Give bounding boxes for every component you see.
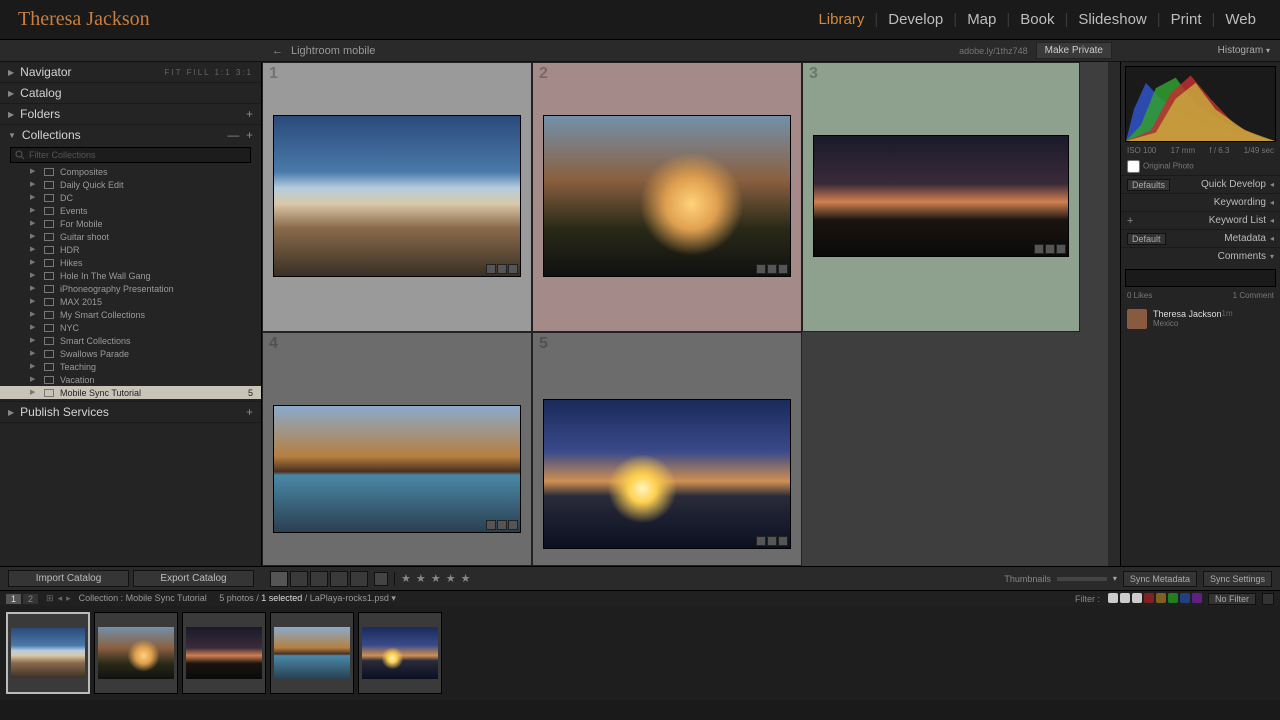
grid-cell[interactable]: 4	[262, 332, 532, 566]
module-library[interactable]: Library	[812, 11, 870, 28]
grid-view: 54 321	[262, 62, 1120, 566]
share-link[interactable]: adobe.ly/1thz748	[959, 46, 1028, 56]
collection-item[interactable]: ▶Hole In The Wall Gang	[0, 269, 261, 282]
secondary-display-pages[interactable]: 12	[6, 594, 38, 604]
likes-row: 0 Likes1 Comment	[1121, 291, 1280, 305]
collection-item[interactable]: ▶Teaching	[0, 360, 261, 373]
right-panel: ISO 100 17 mm f / 6.3 1/49 sec Original …	[1120, 62, 1280, 566]
filmstrip-cell[interactable]	[6, 612, 90, 694]
make-private-button[interactable]: Make Private	[1036, 42, 1112, 59]
photo-thumbnail[interactable]	[273, 115, 521, 277]
collection-item[interactable]: ▶Swallows Parade	[0, 347, 261, 360]
photo-thumbnail[interactable]	[273, 405, 521, 533]
module-picker: Library|Develop|Map|Book|Slideshow|Print…	[812, 11, 1262, 28]
left-panel: ▶Navigator FIT FILL 1:1 3:1 ▶Catalog ▶Fo…	[0, 62, 262, 566]
module-develop[interactable]: Develop	[882, 11, 949, 28]
grid-cell[interactable]: 5	[532, 332, 802, 566]
comment-entry: Theresa Jackson 1m Mexico	[1121, 305, 1280, 333]
filter-label: Filter :	[1075, 594, 1100, 604]
thumbnails-label: Thumbnails	[1004, 574, 1051, 584]
survey-view-icon[interactable]	[330, 571, 348, 587]
module-slideshow[interactable]: Slideshow	[1072, 11, 1152, 28]
prev-photo-icon[interactable]: ◂	[58, 593, 63, 604]
collections-header[interactable]: ▼Collections— +	[0, 125, 261, 145]
filter-lock-icon[interactable]	[1262, 593, 1274, 605]
identity-plate: Theresa Jackson	[18, 8, 150, 31]
folders-header[interactable]: ▶Folders+	[0, 104, 261, 124]
back-icon[interactable]: ←	[272, 45, 283, 57]
comment-input[interactable]	[1125, 269, 1276, 287]
comments-header[interactable]: Comments▾	[1121, 247, 1280, 265]
filmstrip-cell[interactable]	[182, 612, 266, 694]
collection-item[interactable]: ▶Composites	[0, 165, 261, 178]
rating-stars[interactable]: ★ ★ ★ ★ ★	[401, 572, 472, 585]
people-view-icon[interactable]	[350, 571, 368, 587]
collection-item[interactable]: ▶My Smart Collections	[0, 308, 261, 321]
view-mode-icons	[270, 571, 368, 587]
grid-view-icon[interactable]	[270, 571, 288, 587]
photo-thumbnail[interactable]	[813, 135, 1069, 257]
collection-item[interactable]: ▶MAX 2015	[0, 295, 261, 308]
loupe-view-icon[interactable]	[290, 571, 308, 587]
thumbnail-size-slider[interactable]	[1057, 577, 1107, 581]
sync-metadata-button[interactable]: Sync Metadata	[1123, 571, 1197, 587]
original-photo-checkbox[interactable]: Original Photo	[1121, 158, 1280, 175]
catalog-header[interactable]: ▶Catalog	[0, 83, 261, 103]
search-icon	[15, 150, 25, 160]
painter-icon[interactable]	[374, 572, 388, 586]
grid-scrollbar[interactable]	[1108, 62, 1120, 566]
navigator-header[interactable]: ▶Navigator FIT FILL 1:1 3:1	[0, 62, 261, 82]
filter-flags[interactable]	[1106, 593, 1202, 605]
collections-filter-input[interactable]: Filter Collections	[10, 147, 251, 163]
histogram[interactable]	[1125, 66, 1276, 142]
collection-item[interactable]: ▶Daily Quick Edit	[0, 178, 261, 191]
collection-item[interactable]: ▶Mobile Sync Tutorial5	[0, 386, 261, 399]
module-web[interactable]: Web	[1219, 11, 1262, 28]
sync-settings-button[interactable]: Sync Settings	[1203, 571, 1272, 587]
filmstrip-cell[interactable]	[94, 612, 178, 694]
module-book[interactable]: Book	[1014, 11, 1060, 28]
photo-thumbnail[interactable]	[543, 399, 791, 549]
collection-item[interactable]: ▶Vacation	[0, 373, 261, 386]
import-catalog-button[interactable]: Import Catalog	[8, 570, 129, 587]
histogram-info: ISO 100 17 mm f / 6.3 1/49 sec	[1121, 146, 1280, 158]
collection-item[interactable]: ▶Guitar shoot	[0, 230, 261, 243]
collection-item[interactable]: ▶Hikes	[0, 256, 261, 269]
keyword-list-header[interactable]: +Keyword List◂	[1121, 211, 1280, 229]
grid-cell[interactable]: 3	[802, 62, 1080, 332]
export-catalog-button[interactable]: Export Catalog	[133, 570, 254, 587]
filmstrip-source[interactable]: Collection : Mobile Sync Tutorial 5 phot…	[79, 593, 396, 604]
histogram-header[interactable]: Histogram ▾	[1120, 45, 1280, 56]
collection-item[interactable]: ▶Smart Collections	[0, 334, 261, 347]
module-map[interactable]: Map	[961, 11, 1002, 28]
collection-item[interactable]: ▶iPhoneography Presentation	[0, 282, 261, 295]
collection-item[interactable]: ▶For Mobile	[0, 217, 261, 230]
keywording-header[interactable]: Keywording◂	[1121, 193, 1280, 211]
collection-item[interactable]: ▶NYC	[0, 321, 261, 334]
photo-thumbnail[interactable]	[543, 115, 791, 277]
metadata-header[interactable]: Default Metadata◂	[1121, 229, 1280, 247]
filmstrip	[0, 606, 1280, 700]
collection-item[interactable]: ▶HDR	[0, 243, 261, 256]
avatar	[1127, 309, 1147, 329]
filmstrip-cell[interactable]	[270, 612, 354, 694]
grid-mini-icon[interactable]: ⊞	[46, 593, 54, 604]
breadcrumb[interactable]: Lightroom mobile	[291, 45, 375, 57]
filter-preset-select[interactable]: No Filter	[1208, 593, 1256, 605]
next-photo-icon[interactable]: ▸	[66, 593, 71, 604]
collection-item[interactable]: ▶DC	[0, 191, 261, 204]
quick-develop-header[interactable]: Defaults Quick Develop◂	[1121, 175, 1280, 193]
module-print[interactable]: Print	[1165, 11, 1208, 28]
filmstrip-cell[interactable]	[358, 612, 442, 694]
grid-cell[interactable]: 2	[532, 62, 802, 332]
publish-services-header[interactable]: ▶Publish Services+	[0, 402, 261, 422]
collection-item[interactable]: ▶Events	[0, 204, 261, 217]
grid-cell[interactable]: 1	[262, 62, 532, 332]
compare-view-icon[interactable]	[310, 571, 328, 587]
